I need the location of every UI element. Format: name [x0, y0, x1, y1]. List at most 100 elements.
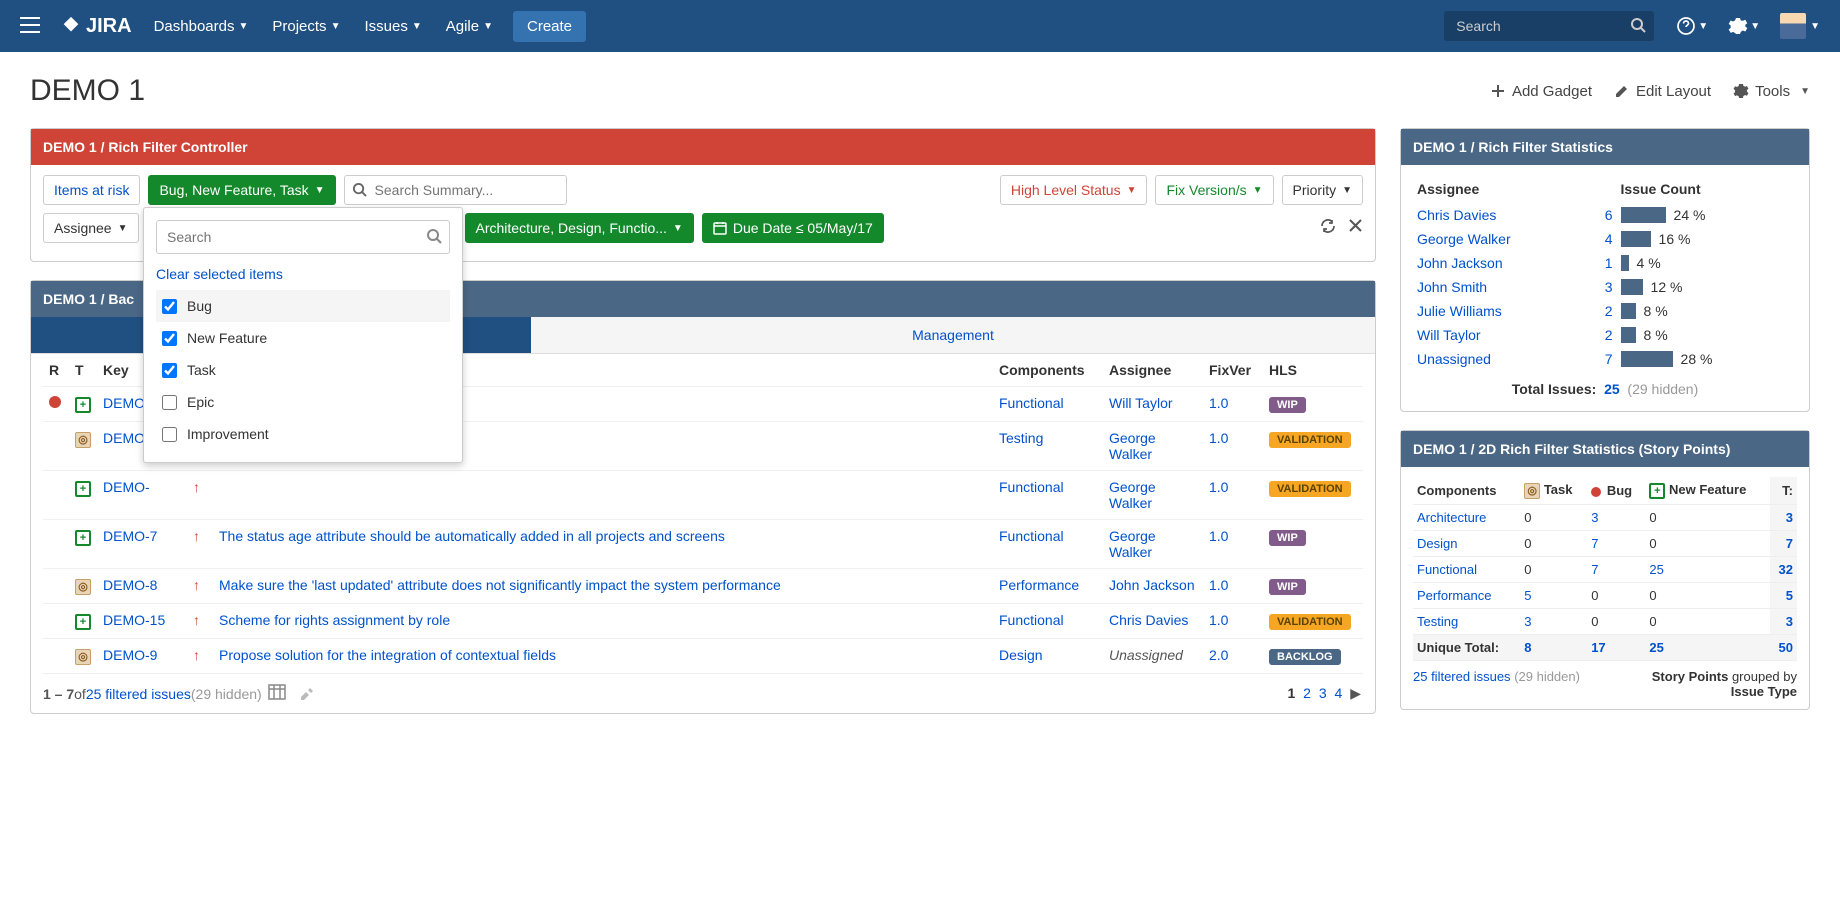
menu-icon[interactable]	[10, 9, 50, 44]
option-checkbox[interactable]	[162, 427, 177, 442]
col-risk[interactable]: R	[43, 354, 69, 387]
summary-link[interactable]: Make sure the 'last updated' attribute d…	[219, 577, 781, 593]
assignee-link[interactable]: George Walker	[1417, 231, 1511, 247]
total-link[interactable]: 3	[1786, 614, 1793, 629]
fixver-link[interactable]: 1.0	[1209, 430, 1228, 446]
cell-link[interactable]: 25	[1649, 562, 1663, 577]
help-icon[interactable]: ▼	[1666, 0, 1718, 52]
total-link[interactable]: 50	[1779, 640, 1793, 655]
count-link[interactable]: 2	[1605, 327, 1613, 343]
columns-icon[interactable]	[262, 684, 292, 703]
assignee-filter[interactable]: Assignee▼	[43, 213, 139, 243]
total-link[interactable]: 17	[1591, 640, 1605, 655]
cell-link[interactable]: 5	[1524, 588, 1531, 603]
count-link[interactable]: 1	[1605, 255, 1613, 271]
component-link[interactable]: Functional	[999, 479, 1064, 495]
count-link[interactable]: 7	[1605, 351, 1613, 367]
component-link[interactable]: Performance	[999, 577, 1079, 593]
dropdown-search-input[interactable]	[156, 220, 450, 254]
create-button[interactable]: Create	[513, 11, 586, 42]
user-avatar[interactable]: ▼	[1770, 0, 1830, 52]
components-filter[interactable]: Architecture, Design, Functio...▼	[465, 213, 694, 243]
dropdown-option[interactable]: Improvement	[156, 418, 450, 450]
component-link[interactable]: Functional	[999, 612, 1064, 628]
filtered-issues-link[interactable]: 25 filtered issues	[86, 686, 191, 702]
search-icon[interactable]	[1630, 17, 1646, 36]
col-hls[interactable]: HLS	[1263, 354, 1363, 387]
summary-search-input[interactable]	[344, 175, 567, 205]
component-link[interactable]: Design	[1417, 536, 1457, 551]
due-date-filter[interactable]: Due Date ≤ 05/May/17	[702, 213, 884, 243]
count-link[interactable]: 2	[1605, 303, 1613, 319]
total-link[interactable]: 8	[1524, 640, 1531, 655]
col-bug[interactable]: Bug	[1587, 477, 1645, 505]
assignee-link[interactable]: George Walker	[1109, 430, 1156, 462]
summary-link[interactable]: Propose solution for the integration of …	[219, 647, 556, 663]
issue-key-link[interactable]: DEMO-9	[103, 647, 157, 663]
next-page-icon[interactable]: ▶	[1348, 685, 1363, 701]
total-link[interactable]: 25	[1649, 640, 1663, 655]
col-type[interactable]: T	[69, 354, 97, 387]
col-newfeature[interactable]: + New Feature	[1645, 477, 1770, 505]
fixver-link[interactable]: 1.0	[1209, 577, 1228, 593]
edit-layout-button[interactable]: Edit Layout	[1614, 83, 1711, 100]
tool-icon[interactable]	[292, 684, 320, 703]
page-4[interactable]: 4	[1333, 685, 1345, 701]
component-link[interactable]: Functional	[1417, 562, 1477, 577]
total-count-link[interactable]: 25	[1604, 381, 1620, 397]
assignee-link[interactable]: Will Taylor	[1109, 395, 1173, 411]
summary-link[interactable]: Scheme for rights assignment by role	[219, 612, 450, 628]
dropdown-option[interactable]: Epic	[156, 386, 450, 418]
component-link[interactable]: Functional	[999, 395, 1064, 411]
refresh-icon[interactable]	[1320, 218, 1336, 239]
option-checkbox[interactable]	[162, 299, 177, 314]
col-assignee[interactable]: Assignee	[1413, 175, 1597, 203]
fixver-link[interactable]: 1.0	[1209, 612, 1228, 628]
issue-key-link[interactable]: DEMO-15	[103, 612, 165, 628]
page-1[interactable]: 1	[1285, 685, 1297, 701]
col-total[interactable]: T:	[1770, 477, 1797, 505]
dropdown-option[interactable]: Bug	[156, 290, 450, 322]
total-link[interactable]: 32	[1779, 562, 1793, 577]
col-issue-count[interactable]: Issue Count	[1617, 175, 1797, 203]
page-2[interactable]: 2	[1301, 685, 1313, 701]
cell-link[interactable]: 7	[1591, 536, 1598, 551]
nav-agile[interactable]: Agile▼	[434, 0, 505, 52]
fixver-link[interactable]: 1.0	[1209, 395, 1228, 411]
add-gadget-button[interactable]: Add Gadget	[1490, 83, 1592, 100]
issue-key-link[interactable]: DEMO-	[103, 479, 150, 495]
assignee-link[interactable]: George Walker	[1109, 479, 1156, 511]
fixver-link[interactable]: 1.0	[1209, 479, 1228, 495]
tools-button[interactable]: Tools ▼	[1733, 83, 1810, 100]
jira-logo[interactable]: JIRA	[60, 15, 132, 38]
cell-link[interactable]: 3	[1591, 510, 1598, 525]
fix-version-filter[interactable]: Fix Version/s▼	[1155, 175, 1273, 205]
fixver-link[interactable]: 1.0	[1209, 528, 1228, 544]
col-components[interactable]: Components	[1413, 477, 1520, 505]
dropdown-option[interactable]: New Feature	[156, 322, 450, 354]
assignee-link[interactable]: George Walker	[1109, 528, 1156, 560]
issue-key-link[interactable]: DEMO-7	[103, 528, 157, 544]
type-filter[interactable]: Bug, New Feature, Task▼	[148, 175, 335, 205]
cell-link[interactable]: 3	[1524, 614, 1531, 629]
twod-filtered-link[interactable]: 25 filtered issues	[1413, 669, 1511, 684]
component-link[interactable]: Testing	[1417, 614, 1458, 629]
nav-projects[interactable]: Projects▼	[260, 0, 352, 52]
high-level-status-filter[interactable]: High Level Status▼	[1000, 175, 1148, 205]
component-link[interactable]: Performance	[1417, 588, 1491, 603]
assignee-link[interactable]: John Jackson	[1109, 577, 1195, 593]
cell-link[interactable]: 7	[1591, 562, 1598, 577]
fixver-link[interactable]: 2.0	[1209, 647, 1228, 663]
close-icon[interactable]	[1348, 218, 1363, 239]
assignee-link[interactable]: Chris Davies	[1109, 612, 1188, 628]
option-checkbox[interactable]	[162, 363, 177, 378]
assignee-link[interactable]: Unassigned	[1417, 351, 1491, 367]
total-link[interactable]: 3	[1786, 510, 1793, 525]
nav-dashboards[interactable]: Dashboards▼	[142, 0, 261, 52]
issue-key-link[interactable]: DEMO-8	[103, 577, 157, 593]
total-link[interactable]: 7	[1786, 536, 1793, 551]
component-link[interactable]: Design	[999, 647, 1043, 663]
component-link[interactable]: Functional	[999, 528, 1064, 544]
tab-management[interactable]: Management	[531, 317, 1375, 353]
assignee-link[interactable]: Chris Davies	[1417, 207, 1496, 223]
